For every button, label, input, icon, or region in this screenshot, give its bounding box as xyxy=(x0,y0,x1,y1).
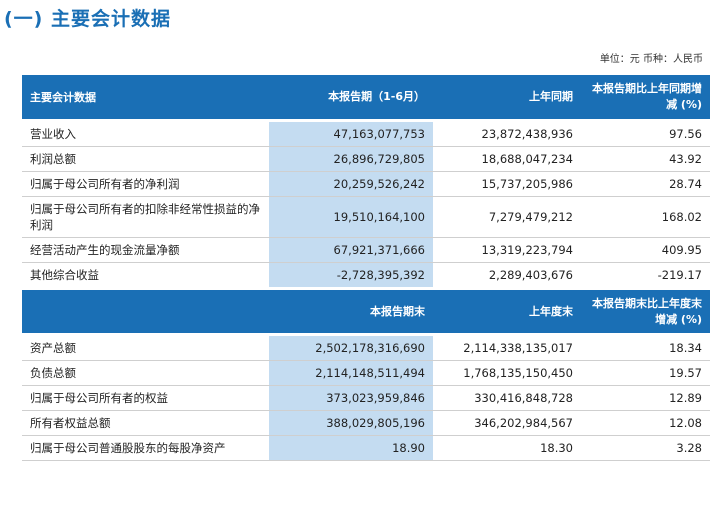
row-label: 经营活动产生的现金流量净额 xyxy=(22,237,269,263)
unit-note: 单位：元 币种：人民币 xyxy=(599,54,703,65)
row-label: 利润总额 xyxy=(22,146,269,172)
prior-value: 13,319,223,794 xyxy=(433,237,581,263)
table-row: 所有者权益总额 388,029,805,196 346,202,984,567 … xyxy=(22,410,710,436)
table-row: 归属于母公司所有者的净利润 20,259,526,242 15,737,205,… xyxy=(22,171,710,197)
table-row: 资产总额 2,502,178,316,690 2,114,338,135,017… xyxy=(22,334,710,361)
prior-value: 15,737,205,986 xyxy=(433,171,581,197)
row-label: 归属于母公司所有者的扣除非经常性损益的净利润 xyxy=(22,196,269,238)
change-value: 168.02 xyxy=(581,196,710,238)
table-row: 营业收入 47,163,077,753 23,872,438,936 97.56 xyxy=(22,120,710,147)
change-value: 97.56 xyxy=(581,120,710,147)
subheader-item xyxy=(22,287,269,336)
section-title: (一) 主要会计数据 xyxy=(4,8,171,30)
change-value: 12.89 xyxy=(581,385,710,411)
subheader-change-percent: 本报告期末比上年度末增减 (%) xyxy=(581,287,710,336)
change-value: 19.57 xyxy=(581,360,710,386)
accounting-data-table: 主要会计数据 本报告期（1-6月） 上年同期 本报告期比上年同期增减 (%) 营… xyxy=(22,75,710,461)
current-value: 47,163,077,753 xyxy=(269,120,433,147)
current-value: 2,502,178,316,690 xyxy=(269,334,433,361)
prior-value: 7,279,479,212 xyxy=(433,196,581,238)
table-row: 经营活动产生的现金流量净额 67,921,371,666 13,319,223,… xyxy=(22,237,710,263)
prior-value: 18,688,047,234 xyxy=(433,146,581,172)
header-item: 主要会计数据 xyxy=(22,75,269,122)
row-label: 归属于母公司普通股股东的每股净资产 xyxy=(22,435,269,461)
current-value: 26,896,729,805 xyxy=(269,146,433,172)
current-value: 2,114,148,511,494 xyxy=(269,360,433,386)
prior-value: 2,289,403,676 xyxy=(433,262,581,289)
row-label: 负债总额 xyxy=(22,360,269,386)
current-value: 373,023,959,846 xyxy=(269,385,433,411)
change-value: 12.08 xyxy=(581,410,710,436)
header-current-period: 本报告期（1-6月） xyxy=(269,75,433,122)
table-subheader-row: 本报告期末 上年度末 本报告期末比上年度末增减 (%) xyxy=(22,287,710,336)
current-value: 67,921,371,666 xyxy=(269,237,433,263)
table-header-row: 主要会计数据 本报告期（1-6月） 上年同期 本报告期比上年同期增减 (%) xyxy=(22,75,710,122)
row-label: 其他综合收益 xyxy=(22,262,269,289)
prior-value: 18.30 xyxy=(433,435,581,461)
row-label: 营业收入 xyxy=(22,120,269,147)
table-row: 其他综合收益 -2,728,395,392 2,289,403,676 -219… xyxy=(22,262,710,289)
current-value: -2,728,395,392 xyxy=(269,262,433,289)
change-value: 18.34 xyxy=(581,334,710,361)
table-row: 负债总额 2,114,148,511,494 1,768,135,150,450… xyxy=(22,360,710,386)
prior-value: 330,416,848,728 xyxy=(433,385,581,411)
subheader-prior-year-end: 上年度末 xyxy=(433,287,581,336)
row-label: 归属于母公司所有者的权益 xyxy=(22,385,269,411)
change-value: 28.74 xyxy=(581,171,710,197)
table-row: 归属于母公司所有者的权益 373,023,959,846 330,416,848… xyxy=(22,385,710,411)
row-label: 所有者权益总额 xyxy=(22,410,269,436)
current-value: 18.90 xyxy=(269,435,433,461)
change-value: 43.92 xyxy=(581,146,710,172)
subheader-period-end: 本报告期末 xyxy=(269,287,433,336)
header-prior-period: 上年同期 xyxy=(433,75,581,122)
current-value: 388,029,805,196 xyxy=(269,410,433,436)
table-row: 利润总额 26,896,729,805 18,688,047,234 43.92 xyxy=(22,146,710,172)
prior-value: 346,202,984,567 xyxy=(433,410,581,436)
header-change-percent: 本报告期比上年同期增减 (%) xyxy=(581,75,710,122)
row-label: 资产总额 xyxy=(22,334,269,361)
prior-value: 1,768,135,150,450 xyxy=(433,360,581,386)
change-value: -219.17 xyxy=(581,262,710,289)
table-row: 归属于母公司所有者的扣除非经常性损益的净利润 19,510,164,100 7,… xyxy=(22,196,710,238)
change-value: 3.28 xyxy=(581,435,710,461)
prior-value: 2,114,338,135,017 xyxy=(433,334,581,361)
current-value: 20,259,526,242 xyxy=(269,171,433,197)
table-row: 归属于母公司普通股股东的每股净资产 18.90 18.30 3.28 xyxy=(22,435,710,461)
row-label: 归属于母公司所有者的净利润 xyxy=(22,171,269,197)
change-value: 409.95 xyxy=(581,237,710,263)
current-value: 19,510,164,100 xyxy=(269,196,433,238)
prior-value: 23,872,438,936 xyxy=(433,120,581,147)
